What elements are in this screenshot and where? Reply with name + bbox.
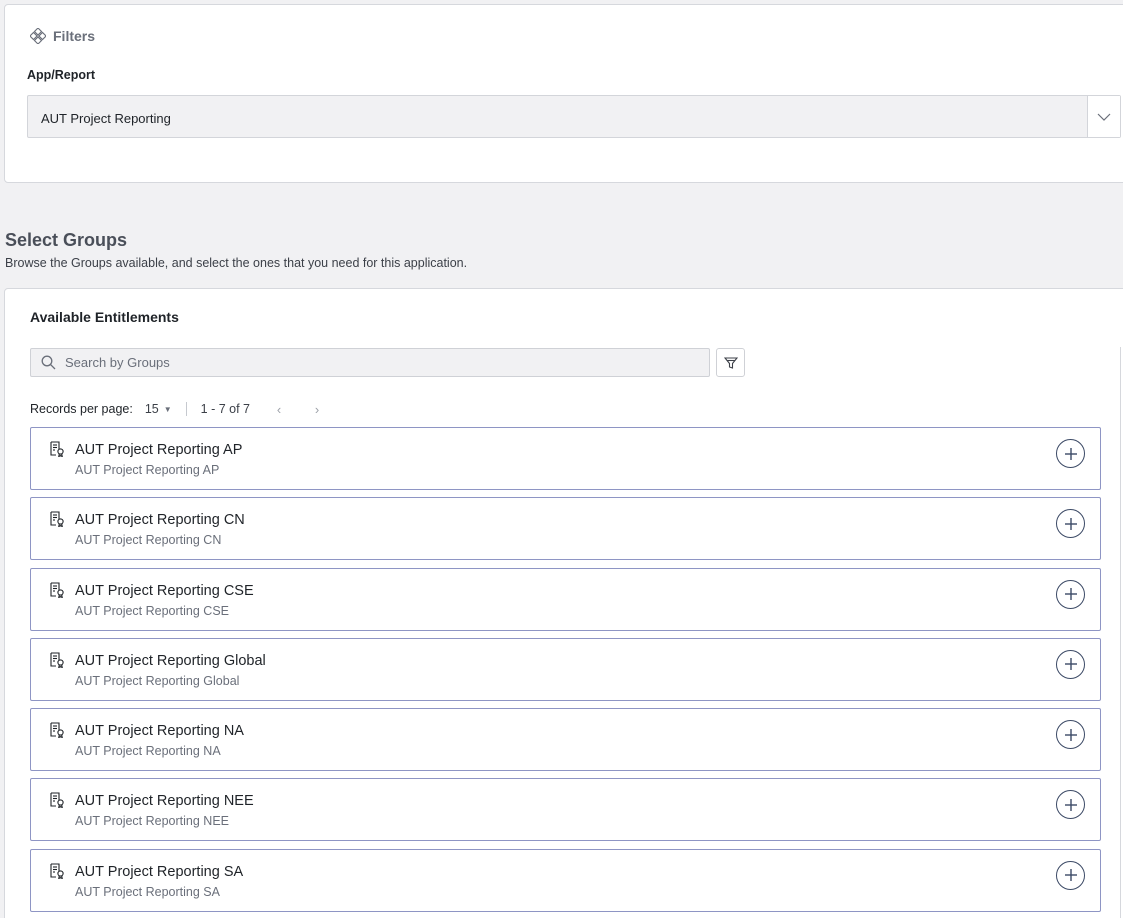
entitlement-doc-icon	[49, 652, 65, 668]
available-entitlements-panel: Available Entitlements Records per page:…	[4, 288, 1123, 918]
list-item[interactable]: AUT Project Reporting CSE AUT Project Rep…	[30, 567, 1101, 631]
plus-icon	[1064, 447, 1078, 461]
filter-button[interactable]	[716, 348, 745, 377]
add-entitlement-button[interactable]	[1056, 860, 1085, 890]
plus-icon	[1064, 798, 1078, 812]
entitlement-name: AUT Project Reporting NA	[75, 723, 244, 740]
chevron-left-icon[interactable]: ‹	[270, 402, 288, 417]
entitlement-description: AUT Project Reporting CN	[75, 533, 222, 548]
entitlement-description: AUT Project Reporting NA	[75, 744, 221, 759]
per-page-value: 15	[144, 402, 159, 416]
plus-icon	[1064, 517, 1078, 531]
entitlement-name: AUT Project Reporting SA	[75, 863, 244, 880]
plus-icon	[1064, 657, 1078, 671]
caret-down-icon: ▼	[163, 404, 172, 414]
entitlement-name: AUT Project Reporting NEE	[75, 793, 254, 810]
filters-title: Filters	[53, 28, 96, 44]
scroll-track[interactable]	[1120, 347, 1121, 918]
list-item[interactable]: AUT Project Reporting Global AUT Project …	[30, 637, 1101, 701]
plus-icon	[1064, 728, 1078, 742]
add-entitlement-button[interactable]	[1056, 649, 1085, 679]
entitlement-doc-icon	[49, 722, 65, 739]
entitlement-name: AUT Project Reporting Global	[75, 652, 266, 669]
search-input[interactable]	[65, 355, 665, 370]
entitlement-doc-icon	[49, 863, 65, 879]
select-groups-subtitle: Browse the Groups available, and select …	[5, 256, 468, 270]
add-entitlement-button[interactable]	[1056, 579, 1085, 609]
list-item[interactable]: AUT Project Reporting NA AUT Project Repo…	[30, 708, 1101, 772]
entitlement-description: AUT Project Reporting NEE	[75, 814, 229, 829]
entitlement-doc-icon	[49, 582, 65, 598]
add-entitlement-button[interactable]	[1056, 509, 1085, 539]
records-per-page-select[interactable]: 15 ▼	[145, 402, 172, 416]
entitlement-description: AUT Project Reporting SA	[75, 884, 220, 899]
entitlement-doc-icon	[49, 511, 65, 528]
entitlement-doc-icon	[49, 441, 65, 457]
entitlement-doc-icon	[49, 792, 65, 809]
filters-panel: Filters App/Report AUT Project Reporting	[4, 4, 1123, 183]
filter-nodes-icon	[30, 28, 46, 44]
filters-header: Filters	[30, 28, 95, 44]
plus-icon	[1064, 868, 1078, 882]
add-entitlement-button[interactable]	[1056, 439, 1085, 468]
page-range: 1 - 7 of 7	[200, 402, 251, 416]
funnel-icon	[723, 356, 738, 369]
entitlement-list: AUT Project Reporting AP AUT Project Repo…	[30, 427, 1101, 918]
add-entitlement-button[interactable]	[1056, 790, 1085, 820]
list-item[interactable]: AUT Project Reporting NEE AUT Project Rep…	[30, 778, 1101, 842]
plus-icon	[1064, 587, 1078, 601]
pagination: Records per page: 15 ▼ 1 - 7 of 7 ‹ ›	[30, 400, 326, 418]
entitlement-name: AUT Project Reporting CSE	[75, 582, 254, 599]
entitlement-description: AUT Project Reporting CSE	[75, 603, 229, 618]
select-groups-title: Select Groups	[5, 230, 128, 250]
list-item[interactable]: AUT Project Reporting AP AUT Project Repo…	[30, 427, 1101, 490]
chevron-down-icon[interactable]	[1087, 96, 1120, 137]
entitlement-description: AUT Project Reporting Global	[75, 673, 240, 688]
app-report-select[interactable]: AUT Project Reporting	[27, 95, 1121, 138]
app-report-label: App/Report	[27, 68, 96, 82]
records-per-page-label: Records per page:	[30, 402, 133, 416]
divider	[185, 402, 187, 416]
entitlement-description: AUT Project Reporting AP	[75, 463, 220, 477]
search-bar	[30, 348, 710, 377]
list-item[interactable]: AUT Project Reporting CN AUT Project Repo…	[30, 497, 1101, 561]
app-report-value: AUT Project Reporting	[41, 111, 171, 126]
add-entitlement-button[interactable]	[1056, 720, 1085, 750]
chevron-right-icon[interactable]: ›	[308, 402, 326, 417]
entitlement-name: AUT Project Reporting CN	[75, 512, 245, 529]
list-item[interactable]: AUT Project Reporting SA AUT Project Repo…	[30, 848, 1101, 912]
entitlement-name: AUT Project Reporting AP	[75, 442, 243, 458]
search-icon	[41, 355, 56, 370]
available-entitlements-title: Available Entitlements	[30, 309, 179, 325]
